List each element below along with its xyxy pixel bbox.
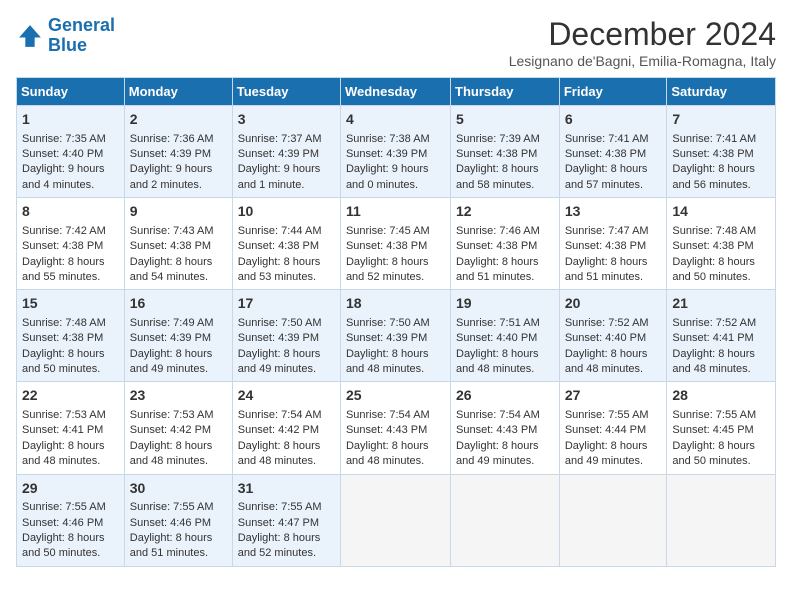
calendar-day-cell: 27Sunrise: 7:55 AMSunset: 4:44 PMDayligh… — [559, 382, 667, 474]
day-number: 5 — [456, 110, 554, 130]
header-day: Saturday — [667, 78, 776, 106]
header-day: Wednesday — [340, 78, 450, 106]
logo-text: General Blue — [48, 16, 115, 56]
day-number: 29 — [22, 479, 119, 499]
day-number: 28 — [672, 386, 770, 406]
day-number: 20 — [565, 294, 662, 314]
calendar-day-cell: 6Sunrise: 7:41 AMSunset: 4:38 PMDaylight… — [559, 106, 667, 198]
calendar-body: 1Sunrise: 7:35 AMSunset: 4:40 PMDaylight… — [17, 106, 776, 567]
calendar-header: SundayMondayTuesdayWednesdayThursdayFrid… — [17, 78, 776, 106]
calendar-day-cell: 29Sunrise: 7:55 AMSunset: 4:46 PMDayligh… — [17, 474, 125, 566]
calendar-day-cell: 22Sunrise: 7:53 AMSunset: 4:41 PMDayligh… — [17, 382, 125, 474]
calendar-day-cell: 15Sunrise: 7:48 AMSunset: 4:38 PMDayligh… — [17, 290, 125, 382]
calendar-day-cell: 17Sunrise: 7:50 AMSunset: 4:39 PMDayligh… — [232, 290, 340, 382]
calendar-day-cell: 16Sunrise: 7:49 AMSunset: 4:39 PMDayligh… — [124, 290, 232, 382]
calendar-day-cell — [451, 474, 560, 566]
day-number: 1 — [22, 110, 119, 130]
calendar-week-row: 1Sunrise: 7:35 AMSunset: 4:40 PMDaylight… — [17, 106, 776, 198]
logo: General Blue — [16, 16, 115, 56]
day-number: 24 — [238, 386, 335, 406]
calendar-day-cell: 19Sunrise: 7:51 AMSunset: 4:40 PMDayligh… — [451, 290, 560, 382]
calendar-day-cell: 11Sunrise: 7:45 AMSunset: 4:38 PMDayligh… — [340, 198, 450, 290]
day-number: 22 — [22, 386, 119, 406]
page-header: General Blue December 2024 Lesignano de'… — [16, 16, 776, 69]
day-number: 18 — [346, 294, 445, 314]
day-number: 13 — [565, 202, 662, 222]
calendar-day-cell: 31Sunrise: 7:55 AMSunset: 4:47 PMDayligh… — [232, 474, 340, 566]
logo-line2: Blue — [48, 35, 87, 55]
day-number: 19 — [456, 294, 554, 314]
calendar-day-cell: 1Sunrise: 7:35 AMSunset: 4:40 PMDaylight… — [17, 106, 125, 198]
day-number: 16 — [130, 294, 227, 314]
calendar-day-cell — [667, 474, 776, 566]
calendar-day-cell: 20Sunrise: 7:52 AMSunset: 4:40 PMDayligh… — [559, 290, 667, 382]
logo-line1: General — [48, 15, 115, 35]
calendar-day-cell: 9Sunrise: 7:43 AMSunset: 4:38 PMDaylight… — [124, 198, 232, 290]
header-row: SundayMondayTuesdayWednesdayThursdayFrid… — [17, 78, 776, 106]
calendar-table: SundayMondayTuesdayWednesdayThursdayFrid… — [16, 77, 776, 567]
calendar-day-cell: 5Sunrise: 7:39 AMSunset: 4:38 PMDaylight… — [451, 106, 560, 198]
calendar-day-cell: 26Sunrise: 7:54 AMSunset: 4:43 PMDayligh… — [451, 382, 560, 474]
header-day: Tuesday — [232, 78, 340, 106]
calendar-day-cell: 18Sunrise: 7:50 AMSunset: 4:39 PMDayligh… — [340, 290, 450, 382]
day-number: 26 — [456, 386, 554, 406]
day-number: 17 — [238, 294, 335, 314]
day-number: 12 — [456, 202, 554, 222]
day-number: 25 — [346, 386, 445, 406]
calendar-day-cell: 25Sunrise: 7:54 AMSunset: 4:43 PMDayligh… — [340, 382, 450, 474]
header-day: Sunday — [17, 78, 125, 106]
day-number: 23 — [130, 386, 227, 406]
calendar-day-cell: 12Sunrise: 7:46 AMSunset: 4:38 PMDayligh… — [451, 198, 560, 290]
calendar-day-cell: 4Sunrise: 7:38 AMSunset: 4:39 PMDaylight… — [340, 106, 450, 198]
calendar-day-cell: 13Sunrise: 7:47 AMSunset: 4:38 PMDayligh… — [559, 198, 667, 290]
header-day: Monday — [124, 78, 232, 106]
calendar-day-cell: 10Sunrise: 7:44 AMSunset: 4:38 PMDayligh… — [232, 198, 340, 290]
day-number: 3 — [238, 110, 335, 130]
day-number: 10 — [238, 202, 335, 222]
month-title: December 2024 — [509, 16, 776, 53]
title-block: December 2024 Lesignano de'Bagni, Emilia… — [509, 16, 776, 69]
calendar-day-cell: 2Sunrise: 7:36 AMSunset: 4:39 PMDaylight… — [124, 106, 232, 198]
calendar-day-cell: 30Sunrise: 7:55 AMSunset: 4:46 PMDayligh… — [124, 474, 232, 566]
calendar-week-row: 29Sunrise: 7:55 AMSunset: 4:46 PMDayligh… — [17, 474, 776, 566]
header-day: Friday — [559, 78, 667, 106]
calendar-day-cell: 7Sunrise: 7:41 AMSunset: 4:38 PMDaylight… — [667, 106, 776, 198]
calendar-week-row: 8Sunrise: 7:42 AMSunset: 4:38 PMDaylight… — [17, 198, 776, 290]
calendar-day-cell — [559, 474, 667, 566]
calendar-day-cell: 14Sunrise: 7:48 AMSunset: 4:38 PMDayligh… — [667, 198, 776, 290]
calendar-week-row: 15Sunrise: 7:48 AMSunset: 4:38 PMDayligh… — [17, 290, 776, 382]
calendar-day-cell: 8Sunrise: 7:42 AMSunset: 4:38 PMDaylight… — [17, 198, 125, 290]
calendar-day-cell: 28Sunrise: 7:55 AMSunset: 4:45 PMDayligh… — [667, 382, 776, 474]
day-number: 9 — [130, 202, 227, 222]
calendar-day-cell: 24Sunrise: 7:54 AMSunset: 4:42 PMDayligh… — [232, 382, 340, 474]
day-number: 8 — [22, 202, 119, 222]
day-number: 7 — [672, 110, 770, 130]
location-subtitle: Lesignano de'Bagni, Emilia-Romagna, Ital… — [509, 53, 776, 69]
day-number: 4 — [346, 110, 445, 130]
header-day: Thursday — [451, 78, 560, 106]
calendar-day-cell — [340, 474, 450, 566]
calendar-day-cell: 21Sunrise: 7:52 AMSunset: 4:41 PMDayligh… — [667, 290, 776, 382]
day-number: 6 — [565, 110, 662, 130]
day-number: 21 — [672, 294, 770, 314]
calendar-day-cell: 23Sunrise: 7:53 AMSunset: 4:42 PMDayligh… — [124, 382, 232, 474]
day-number: 31 — [238, 479, 335, 499]
calendar-day-cell: 3Sunrise: 7:37 AMSunset: 4:39 PMDaylight… — [232, 106, 340, 198]
day-number: 27 — [565, 386, 662, 406]
day-number: 2 — [130, 110, 227, 130]
logo-icon — [16, 22, 44, 50]
calendar-week-row: 22Sunrise: 7:53 AMSunset: 4:41 PMDayligh… — [17, 382, 776, 474]
day-number: 11 — [346, 202, 445, 222]
day-number: 14 — [672, 202, 770, 222]
day-number: 30 — [130, 479, 227, 499]
day-number: 15 — [22, 294, 119, 314]
